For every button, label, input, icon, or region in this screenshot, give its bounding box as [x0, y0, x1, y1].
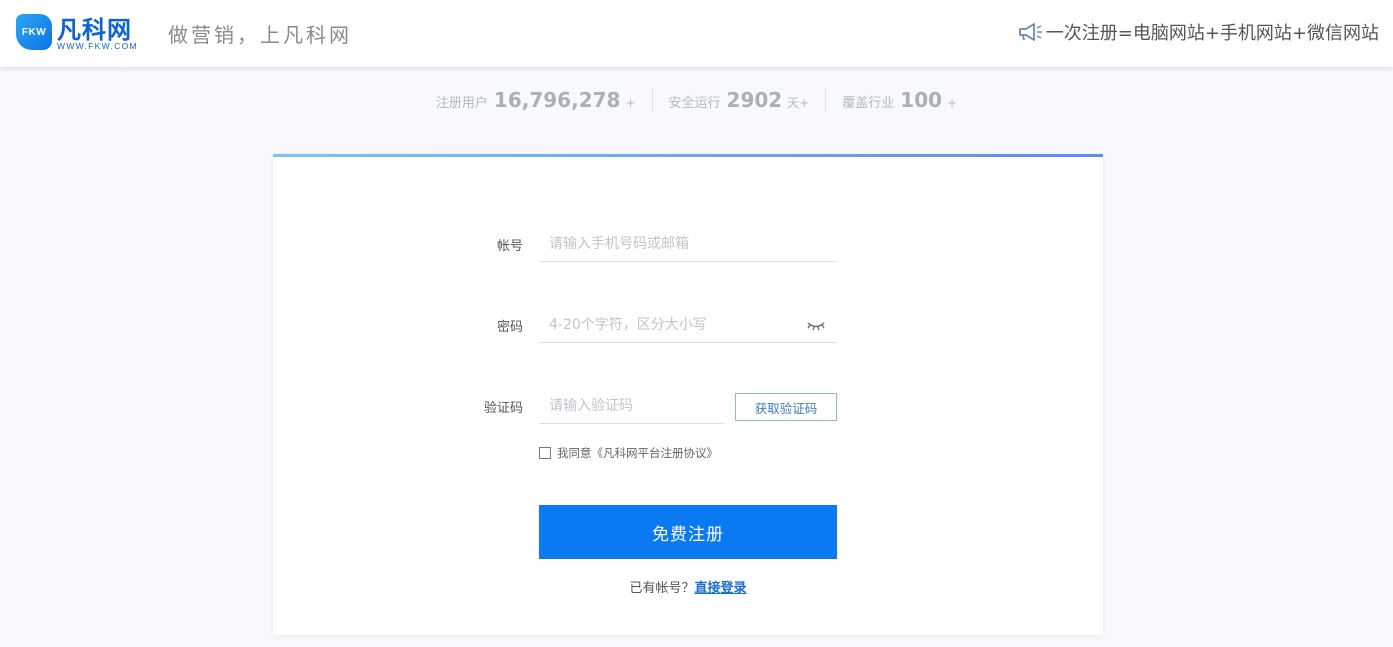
- stat-safe-days: 安全运行 2902 天+: [651, 88, 826, 112]
- password-label: 密码: [496, 320, 523, 335]
- stat-label: 注册用户: [435, 96, 488, 111]
- stat-label: 覆盖行业: [842, 96, 895, 111]
- account-label: 帐号: [496, 239, 523, 254]
- code-label: 验证码: [483, 401, 523, 416]
- account-input[interactable]: [539, 226, 837, 262]
- stat-suffix: +: [947, 96, 958, 110]
- site-logo[interactable]: FKW 凡科网 WWW.FKW.COM: [16, 12, 146, 54]
- password-input[interactable]: [539, 307, 837, 343]
- logo-url: WWW.FKW.COM: [57, 41, 138, 51]
- logo-badge: FKW: [16, 14, 52, 50]
- stat-value: 16,796,278: [493, 88, 621, 112]
- stat-value: 2902: [726, 88, 783, 112]
- register-card: 帐号 密码 验证码 获取验证码 我同意《凡科网平台注册协议》 免费注册 已有帐号…: [273, 154, 1103, 635]
- agree-checkbox[interactable]: [539, 447, 551, 459]
- register-button[interactable]: 免费注册: [539, 505, 837, 559]
- eye-closed-icon[interactable]: [806, 319, 826, 331]
- agreement-text[interactable]: 我同意《凡科网平台注册协议》: [557, 445, 718, 461]
- login-prompt: 已有帐号？直接登录: [273, 577, 1103, 596]
- stat-suffix: +: [625, 96, 636, 110]
- megaphone-icon: [1018, 23, 1042, 41]
- promo-text: 一次注册=电脑网站+手机网站+微信网站: [1045, 23, 1379, 44]
- stat-value: 100: [900, 88, 943, 112]
- stat-suffix: 天+: [787, 96, 810, 110]
- promo-banner: 一次注册=电脑网站+手机网站+微信网站: [1017, 19, 1379, 45]
- card-accent-bar: [273, 154, 1103, 157]
- have-account-text: 已有帐号？: [629, 581, 695, 596]
- stat-industries: 覆盖行业 100 +: [825, 88, 973, 112]
- verification-code-input[interactable]: [539, 388, 724, 424]
- get-code-button[interactable]: 获取验证码: [735, 393, 837, 421]
- stat-label: 安全运行: [668, 96, 721, 111]
- login-link[interactable]: 直接登录: [695, 581, 747, 596]
- logo-name: 凡科网: [57, 16, 132, 44]
- stats-bar: 注册用户 16,796,278 + 安全运行 2902 天+ 覆盖行业 100 …: [0, 88, 1393, 112]
- slogan: 做营销，上凡科网: [168, 23, 352, 47]
- site-header: FKW 凡科网 WWW.FKW.COM 做营销，上凡科网 一次注册=电脑网站+手…: [0, 0, 1393, 67]
- stat-registered-users: 注册用户 16,796,278 +: [420, 88, 652, 112]
- agreement-row: 我同意《凡科网平台注册协议》: [539, 445, 718, 461]
